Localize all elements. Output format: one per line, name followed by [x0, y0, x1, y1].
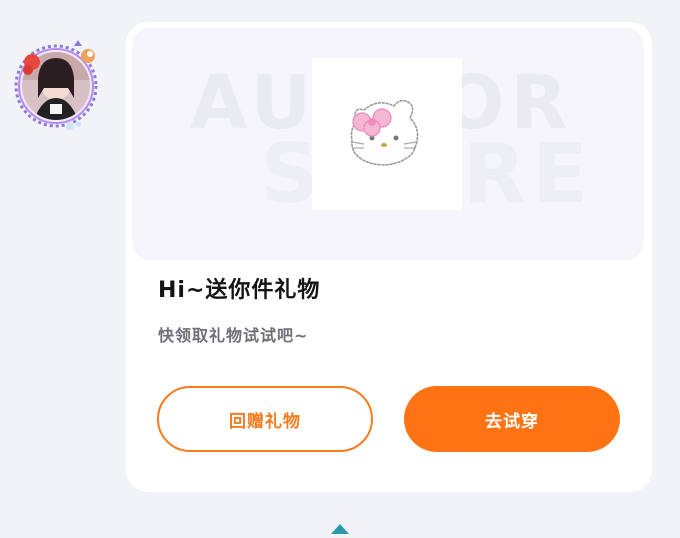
cat-bow-icon: [350, 99, 419, 166]
avatar-frame-image: [14, 40, 98, 130]
gift-item-image: [312, 58, 462, 210]
try-on-button[interactable]: 去试穿: [404, 386, 620, 452]
gift-card: AUTHOR STORE: [126, 22, 652, 492]
gift-message: 快领取礼物试试吧~: [158, 326, 309, 345]
user-avatar[interactable]: [12, 40, 100, 130]
return-gift-button[interactable]: 回赠礼物: [157, 386, 373, 452]
gift-title: Hi~送你件礼物: [158, 278, 321, 303]
gift-banner: AUTHOR STORE: [132, 28, 644, 260]
pointer-tip-icon: [331, 519, 349, 538]
